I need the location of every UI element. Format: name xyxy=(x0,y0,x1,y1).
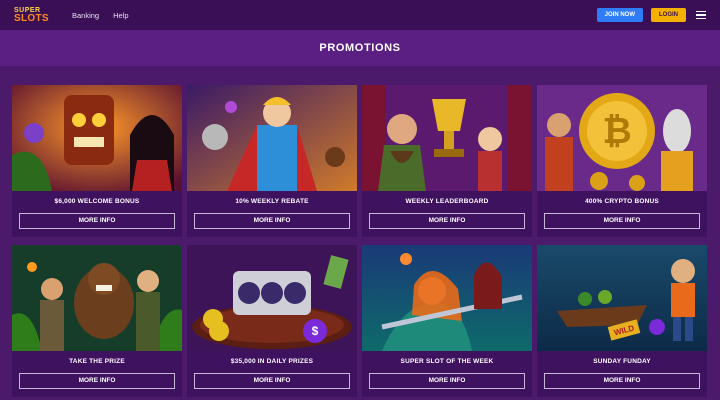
more-info-button[interactable]: MORE INFO xyxy=(194,213,350,229)
promo-image-mermaid[interactable] xyxy=(362,245,532,351)
header-actions: JOIN NOW LOGIN xyxy=(596,8,706,22)
more-info-button[interactable]: MORE INFO xyxy=(369,373,525,389)
promo-image-bitcoin[interactable]: ₿ xyxy=(537,85,707,191)
more-info-button[interactable]: MORE INFO xyxy=(544,213,700,229)
promo-title: SUNDAY FUNDAY xyxy=(593,358,651,365)
login-button[interactable]: LOGIN xyxy=(651,8,686,22)
more-info-button[interactable]: MORE INFO xyxy=(19,213,175,229)
join-now-button[interactable]: JOIN NOW xyxy=(596,8,643,22)
promo-image-bear[interactable] xyxy=(12,245,182,351)
promo-image-hero[interactable] xyxy=(187,85,357,191)
promo-card: WILD SUNDAY FUNDAY MORE INFO xyxy=(537,245,707,397)
nav-links: Banking Help xyxy=(72,11,143,20)
promo-image-tiki[interactable] xyxy=(12,85,182,191)
promo-card: 10% WEEKLY REBATE MORE INFO xyxy=(187,85,357,237)
more-info-button[interactable]: MORE INFO xyxy=(19,373,175,389)
logo-line2: SLOTS xyxy=(14,12,49,24)
promo-title: $35,000 IN DAILY PRIZES xyxy=(230,358,314,365)
promo-card: WEEKLY LEADERBOARD MORE INFO xyxy=(362,85,532,237)
promo-image-slot[interactable]: $ xyxy=(187,245,357,351)
promo-title: SUPER SLOT OF THE WEEK xyxy=(400,358,494,365)
more-info-button[interactable]: MORE INFO xyxy=(194,373,350,389)
svg-text:$: $ xyxy=(312,324,319,338)
promo-image-trophy[interactable] xyxy=(362,85,532,191)
svg-text:₿: ₿ xyxy=(602,110,631,151)
page-title: PROMOTIONS xyxy=(319,42,401,54)
page-header: PROMOTIONS xyxy=(0,30,720,66)
promotions-grid: $6,000 WELCOME BONUS MORE INFO 10% WEEKL… xyxy=(12,85,708,397)
promo-title: TAKE THE PRIZE xyxy=(69,358,125,365)
promo-card: TAKE THE PRIZE MORE INFO xyxy=(12,245,182,397)
promo-card: ₿ 400% CRYPTO BONUS MORE INFO xyxy=(537,85,707,237)
promo-title: 400% CRYPTO BONUS xyxy=(585,198,659,205)
promo-title: 10% WEEKLY REBATE xyxy=(235,198,309,205)
menu-icon[interactable] xyxy=(696,11,706,19)
promo-card: SUPER SLOT OF THE WEEK MORE INFO xyxy=(362,245,532,397)
promo-card: $ $35,000 IN DAILY PRIZES MORE INFO xyxy=(187,245,357,397)
promo-card: $6,000 WELCOME BONUS MORE INFO xyxy=(12,85,182,237)
super-slots-logo[interactable]: SUPER SLOTS xyxy=(14,5,50,25)
promo-image-boat[interactable]: WILD xyxy=(537,245,707,351)
promo-title: WEEKLY LEADERBOARD xyxy=(405,198,489,205)
promo-title: $6,000 WELCOME BONUS xyxy=(54,198,140,205)
more-info-button[interactable]: MORE INFO xyxy=(544,373,700,389)
top-navigation-bar: SUPER SLOTS Banking Help JOIN NOW LOGIN xyxy=(0,0,720,30)
nav-help-link[interactable]: Help xyxy=(113,11,128,20)
more-info-button[interactable]: MORE INFO xyxy=(369,213,525,229)
nav-banking-link[interactable]: Banking xyxy=(72,11,99,20)
